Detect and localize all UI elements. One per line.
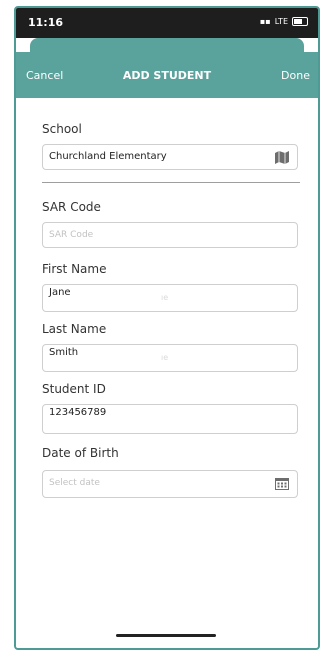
last-name-value: Smith <box>49 347 79 358</box>
first-name-field[interactable]: Jane ıe <box>42 284 298 312</box>
done-button[interactable]: Done <box>281 69 310 82</box>
cancel-button[interactable]: Cancel <box>26 69 63 82</box>
student-id-field[interactable]: 123456789 <box>42 404 298 434</box>
status-time: 11:16 <box>28 16 64 29</box>
dob-placeholder: Select date <box>49 478 100 488</box>
dob-label: Date of Birth <box>42 446 119 460</box>
network-label: LTE <box>274 17 288 26</box>
school-value: Churchland Elementary <box>49 151 167 162</box>
section-divider <box>42 182 300 183</box>
dob-field[interactable]: Select date <box>42 470 298 498</box>
last-name-field[interactable]: Smith ıe <box>42 344 298 372</box>
battery-icon <box>292 17 308 26</box>
school-field[interactable]: Churchland Elementary <box>42 144 298 170</box>
calendar-icon[interactable] <box>275 477 289 490</box>
first-name-value: Jane <box>49 287 71 298</box>
school-label: School <box>42 122 82 136</box>
sar-code-label: SAR Code <box>42 200 101 214</box>
sar-code-placeholder: SAR Code <box>49 230 94 240</box>
student-id-label: Student ID <box>42 382 106 396</box>
home-indicator[interactable] <box>116 634 216 637</box>
status-indicators: ▪▪ LTE <box>260 17 308 26</box>
nav-bar: Cancel ADD STUDENT Done <box>16 52 318 98</box>
sar-code-field[interactable]: SAR Code <box>42 222 298 248</box>
last-name-label: Last Name <box>42 322 107 336</box>
first-name-ghost-text: ıe <box>161 293 169 302</box>
last-name-ghost-text: ıe <box>161 353 169 362</box>
status-bar: 11:16 ▪▪ LTE <box>16 8 318 38</box>
first-name-label: First Name <box>42 262 107 276</box>
map-icon[interactable] <box>275 151 289 164</box>
sheet-handle <box>30 38 304 52</box>
phone-frame: 11:16 ▪▪ LTE Cancel ADD STUDENT Done Sch… <box>14 6 320 650</box>
student-id-value: 123456789 <box>49 407 107 418</box>
signal-icon: ▪▪ <box>259 17 271 26</box>
